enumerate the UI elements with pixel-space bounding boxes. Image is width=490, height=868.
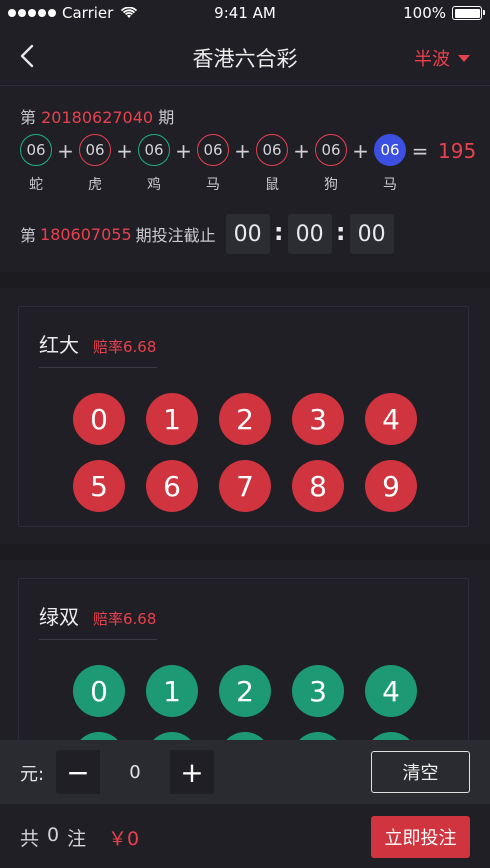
status-right: 100% (403, 4, 485, 22)
bet-amount-bar: 元: − 0 + 清空 (0, 740, 490, 804)
draw-period-suffix: 期 (158, 108, 175, 127)
number-ball-1[interactable]: 1 (146, 393, 198, 445)
number-ball-0[interactable]: 0 (73, 665, 125, 717)
section-spacer (0, 544, 490, 560)
section-header: 红大 赔率6.68 (39, 329, 156, 358)
draw-period-prefix: 第 (20, 108, 37, 127)
number-ball-5[interactable]: 5 (73, 460, 125, 512)
draw-period: 第 20180627040 期 (20, 104, 480, 128)
section-divider (39, 639, 157, 640)
plus-sign: + (116, 139, 133, 163)
section-header: 绿双 赔率6.68 (39, 601, 156, 630)
plus-sign: + (234, 139, 251, 163)
number-ball-9[interactable]: 9 (365, 460, 417, 512)
draw-ball: 06 (374, 134, 406, 166)
draw-ball: 06 (197, 134, 229, 166)
plus-sign: + (352, 139, 369, 163)
status-bar: Carrier 9:41 AM 100% (0, 0, 490, 26)
battery-percent: 100% (403, 4, 446, 22)
countdown-seconds: 00 (349, 214, 394, 254)
section-odds: 赔率6.68 (93, 610, 157, 628)
number-ball-7[interactable]: 7 (219, 460, 271, 512)
number-ball-4[interactable]: 4 (365, 665, 417, 717)
play-type-dropdown[interactable]: 半波 (414, 45, 470, 71)
draw-ball: 06 (79, 134, 111, 166)
bet-section-red-big: 红大 赔率6.68 01234 56789 (18, 306, 469, 527)
draw-ball-item: 06 狗 (315, 134, 347, 194)
zodiac-label: 狗 (324, 177, 338, 193)
zodiac-label: 鼠 (265, 177, 279, 193)
footer-bar: 共 0 注 ￥0 立即投注 (0, 804, 490, 868)
draw-ball-item: 06 马 (374, 134, 406, 194)
zodiac-label: 蛇 (29, 177, 43, 193)
bet-deadline: 第 180607055 期投注截止 00 : 00 : 00 (20, 214, 394, 254)
draw-period-number: 20180627040 (41, 108, 154, 127)
zodiac-label: 马 (383, 177, 397, 193)
number-ball-4[interactable]: 4 (365, 393, 417, 445)
deadline-suffix: 期投注截止 (135, 226, 216, 245)
number-ball-3[interactable]: 3 (292, 393, 344, 445)
amount-input[interactable]: 0 (100, 750, 170, 794)
nav-divider (0, 85, 490, 86)
equals-sign: = (411, 139, 429, 163)
deadline-period: 180607055 (40, 224, 132, 244)
amount-stepper: − 0 + (56, 750, 214, 794)
plus-sign: + (293, 139, 310, 163)
number-ball-8[interactable]: 8 (292, 460, 344, 512)
clear-button[interactable]: 清空 (371, 751, 470, 793)
caret-down-icon (458, 54, 470, 62)
bet-count-prefix: 共 (20, 828, 40, 850)
draw-ball: 06 (315, 134, 347, 166)
countdown-separator: : (273, 218, 284, 246)
countdown-hours: 00 (225, 214, 270, 254)
countdown-minutes: 00 (287, 214, 332, 254)
decrement-button[interactable]: − (56, 750, 100, 794)
draw-balls: 06 蛇 +06 虎 +06 鸡 +06 马 +06 鼠 +06 狗 +06 马 = 195 (20, 134, 476, 194)
draw-ball: 06 (256, 134, 288, 166)
bet-count-value: 0 (47, 824, 60, 846)
section-title: 绿双 (39, 605, 79, 629)
number-ball-2[interactable]: 2 (219, 393, 271, 445)
draw-ball-item: 06 鸡 (138, 134, 170, 194)
zodiac-label: 马 (206, 177, 220, 193)
bet-count-suffix: 注 (67, 828, 87, 850)
plus-sign: + (175, 139, 192, 163)
zodiac-label: 虎 (88, 177, 102, 193)
draw-ball: 06 (138, 134, 170, 166)
zodiac-label: 鸡 (147, 177, 161, 193)
draw-result: 第 20180627040 期 06 蛇 +06 虎 +06 鸡 +06 马 +06 鼠 +06 狗 +… (20, 104, 480, 193)
number-ball-2[interactable]: 2 (219, 665, 271, 717)
number-ball-3[interactable]: 3 (292, 665, 344, 717)
number-ball-1[interactable]: 1 (146, 665, 198, 717)
draw-ball-item: 06 蛇 (20, 134, 52, 194)
battery-icon (452, 6, 485, 20)
increment-button[interactable]: + (170, 750, 214, 794)
draw-ball-item: 06 鼠 (256, 134, 288, 194)
nav-bar: 香港六合彩 半波 (0, 26, 490, 86)
number-grid: 01234 56789 (73, 393, 417, 512)
plus-sign: + (57, 139, 74, 163)
submit-bet-button[interactable]: 立即投注 (371, 816, 470, 858)
amount-label: 元: (20, 764, 45, 785)
section-title: 红大 (39, 333, 79, 357)
number-ball-6[interactable]: 6 (146, 460, 198, 512)
section-odds: 赔率6.68 (93, 338, 157, 356)
section-divider (39, 367, 157, 368)
section-spacer (0, 272, 490, 288)
bet-amount-total: ￥0 (108, 828, 140, 850)
draw-ball-item: 06 虎 (79, 134, 111, 194)
deadline-prefix: 第 (20, 226, 37, 245)
draw-ball-item: 06 马 (197, 134, 229, 194)
draw-sum: 195 (438, 139, 477, 163)
countdown-separator: : (335, 218, 346, 246)
draw-ball: 06 (20, 134, 52, 166)
number-ball-0[interactable]: 0 (73, 393, 125, 445)
play-type-label: 半波 (414, 49, 450, 70)
bet-count: 共 0 注 (20, 824, 86, 851)
